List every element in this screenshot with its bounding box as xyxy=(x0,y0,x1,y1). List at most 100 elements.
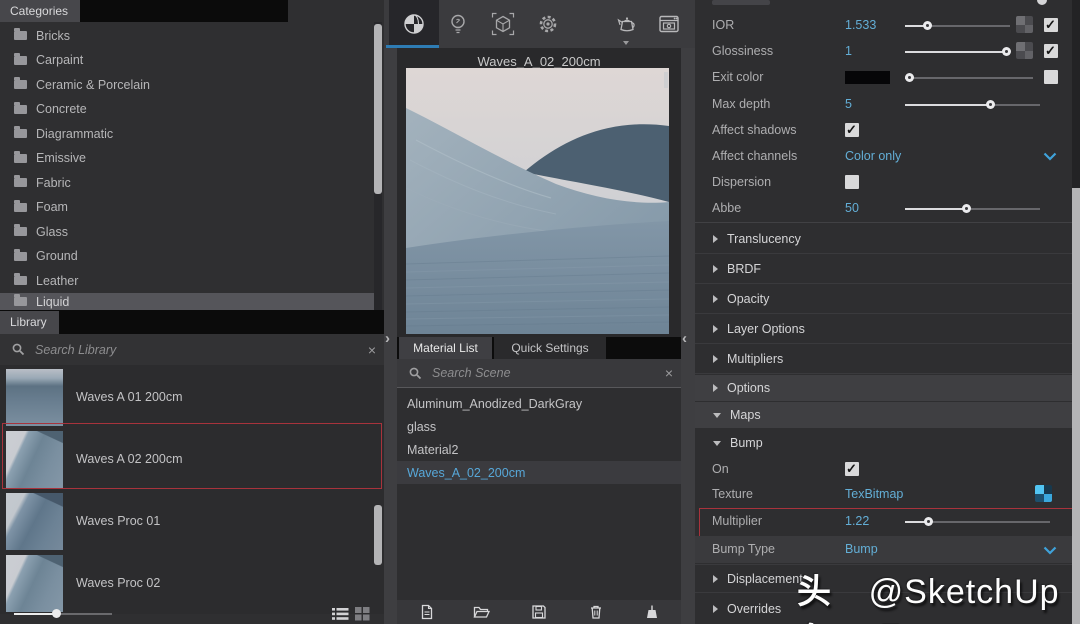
category-item[interactable]: Ceramic & Porcelain xyxy=(0,72,384,97)
expand-panel-icon[interactable]: › xyxy=(385,330,390,347)
scene-search-input[interactable] xyxy=(430,365,665,381)
clear-search-icon[interactable]: × xyxy=(368,343,376,357)
slider-handle[interactable] xyxy=(962,204,971,213)
categories-scrollbar-thumb[interactable] xyxy=(374,24,382,194)
category-item[interactable]: Foam xyxy=(0,195,384,220)
slider-handle[interactable] xyxy=(924,517,933,526)
thumbnail-size-slider[interactable] xyxy=(14,613,112,615)
material-thumbnail xyxy=(6,493,63,550)
render-dropdown-arrow-icon[interactable] xyxy=(623,41,629,45)
save-icon[interactable] xyxy=(531,604,547,620)
chevron-down-icon[interactable] xyxy=(1043,546,1057,555)
categories-scrollbar[interactable] xyxy=(374,22,382,310)
section-brdf[interactable]: BRDF xyxy=(695,254,1072,284)
param-value[interactable]: 50 xyxy=(845,195,859,221)
section-options[interactable]: Options xyxy=(695,375,1072,401)
section-layer-options[interactable]: Layer Options xyxy=(695,314,1072,344)
library-item[interactable]: Waves A 01 200cm xyxy=(0,366,384,428)
section-translucency[interactable]: Translucency xyxy=(695,224,1072,254)
categories-header-fill xyxy=(288,0,384,22)
affect-channels-value[interactable]: Color only xyxy=(845,143,901,169)
ior-slider[interactable] xyxy=(905,21,1010,30)
add-material-icon[interactable] xyxy=(419,604,435,620)
glossiness-checkbox[interactable] xyxy=(1044,44,1058,58)
category-item[interactable]: Leather xyxy=(0,268,384,293)
glossiness-slider[interactable] xyxy=(905,47,1010,56)
max-depth-slider[interactable] xyxy=(905,100,1040,109)
bump-texture-slot-icon[interactable] xyxy=(1035,485,1052,502)
scene-material-row-selected[interactable]: Waves_A_02_200cm xyxy=(397,461,681,484)
param-row-bump-texture: Texture TexBitmap xyxy=(695,481,1072,507)
tab-material-list[interactable]: Material List xyxy=(399,337,492,359)
search-icon xyxy=(12,343,25,356)
panel-collapse-strip-right[interactable]: ‹ xyxy=(681,0,695,624)
slider-handle[interactable] xyxy=(923,21,932,30)
param-value[interactable]: 5 xyxy=(845,91,852,117)
section-opacity[interactable]: Opacity xyxy=(695,284,1072,314)
category-item[interactable]: Bricks xyxy=(0,23,384,48)
tab-categories[interactable]: Categories xyxy=(0,0,80,22)
slider-handle[interactable] xyxy=(986,100,995,109)
library-item-selected[interactable]: Waves A 02 200cm xyxy=(0,428,384,490)
lights-icon[interactable] xyxy=(445,11,471,37)
bump-texture-value[interactable]: TexBitmap xyxy=(845,481,903,507)
bump-multiplier-slider[interactable] xyxy=(905,517,1050,526)
clear-search-icon[interactable]: × xyxy=(665,366,673,380)
tab-library[interactable]: Library xyxy=(0,311,59,334)
texture-slot-icon[interactable] xyxy=(1016,16,1033,33)
category-item[interactable]: Diagrammatic xyxy=(0,121,384,146)
category-item[interactable]: Ground xyxy=(0,244,384,269)
dispersion-checkbox[interactable] xyxy=(845,175,859,189)
library-search-input[interactable] xyxy=(33,342,368,358)
library-scrollbar-thumb[interactable] xyxy=(374,505,382,565)
frame-buffer-icon[interactable] xyxy=(656,11,682,37)
material-list-footer xyxy=(397,600,681,624)
category-item[interactable]: Concrete xyxy=(0,97,384,122)
open-file-icon[interactable] xyxy=(473,604,490,620)
preview-scrollbar-thumb[interactable] xyxy=(664,72,668,88)
category-item[interactable]: Carpaint xyxy=(0,48,384,73)
settings-gear-icon[interactable] xyxy=(535,11,561,37)
properties-scrollbar[interactable] xyxy=(1072,0,1080,624)
delete-icon[interactable] xyxy=(588,604,604,620)
category-item[interactable]: Fabric xyxy=(0,170,384,195)
subsection-bump[interactable]: Bump xyxy=(695,430,1072,456)
properties-scrollbar-thumb[interactable] xyxy=(1072,188,1080,624)
tab-quick-settings[interactable]: Quick Settings xyxy=(494,337,606,359)
bump-multiplier-value[interactable]: 1.22 xyxy=(845,507,869,535)
scene-material-row[interactable]: Aluminum_Anodized_DarkGray xyxy=(397,392,681,415)
texture-slot-icon[interactable] xyxy=(1016,42,1033,59)
param-value[interactable]: 1 xyxy=(845,38,852,64)
scene-material-row[interactable]: glass xyxy=(397,415,681,438)
ior-checkbox[interactable] xyxy=(1044,18,1058,32)
affect-shadows-checkbox[interactable] xyxy=(845,123,859,137)
param-row-abbe: Abbe 50 xyxy=(695,195,1072,221)
category-item[interactable]: Glass xyxy=(0,219,384,244)
category-item[interactable]: Emissive xyxy=(0,146,384,171)
slider-handle[interactable] xyxy=(905,73,914,82)
chevron-down-icon[interactable] xyxy=(1043,152,1057,161)
scene-material-row[interactable]: Material2 xyxy=(397,438,681,461)
exit-color-slider[interactable] xyxy=(905,73,1033,82)
grid-view-icon[interactable] xyxy=(355,607,370,621)
list-view-icon[interactable] xyxy=(332,607,349,621)
panel-collapse-strip-left[interactable]: › xyxy=(384,0,397,624)
slider-handle[interactable] xyxy=(1002,47,1011,56)
param-row-affect-channels: Affect channels Color only xyxy=(695,143,1072,169)
render-teapot-icon[interactable] xyxy=(614,11,640,37)
param-value[interactable]: 1.533 xyxy=(845,12,876,38)
purge-icon[interactable] xyxy=(644,604,660,620)
section-multipliers[interactable]: Multipliers xyxy=(695,344,1072,374)
slider-handle[interactable] xyxy=(52,609,61,618)
section-maps[interactable]: Maps xyxy=(695,402,1072,428)
library-item[interactable]: Waves Proc 01 xyxy=(0,490,384,552)
exit-color-swatch[interactable] xyxy=(845,71,890,84)
category-item-selected[interactable]: Liquid xyxy=(0,293,376,311)
exit-color-checkbox[interactable] xyxy=(1044,70,1058,84)
materials-icon[interactable] xyxy=(401,11,427,37)
geometry-icon[interactable] xyxy=(490,11,516,37)
bump-on-checkbox[interactable] xyxy=(845,462,859,476)
collapse-panel-icon[interactable]: ‹ xyxy=(682,330,687,347)
bump-type-value[interactable]: Bump xyxy=(845,536,878,563)
abbe-slider[interactable] xyxy=(905,204,1040,213)
